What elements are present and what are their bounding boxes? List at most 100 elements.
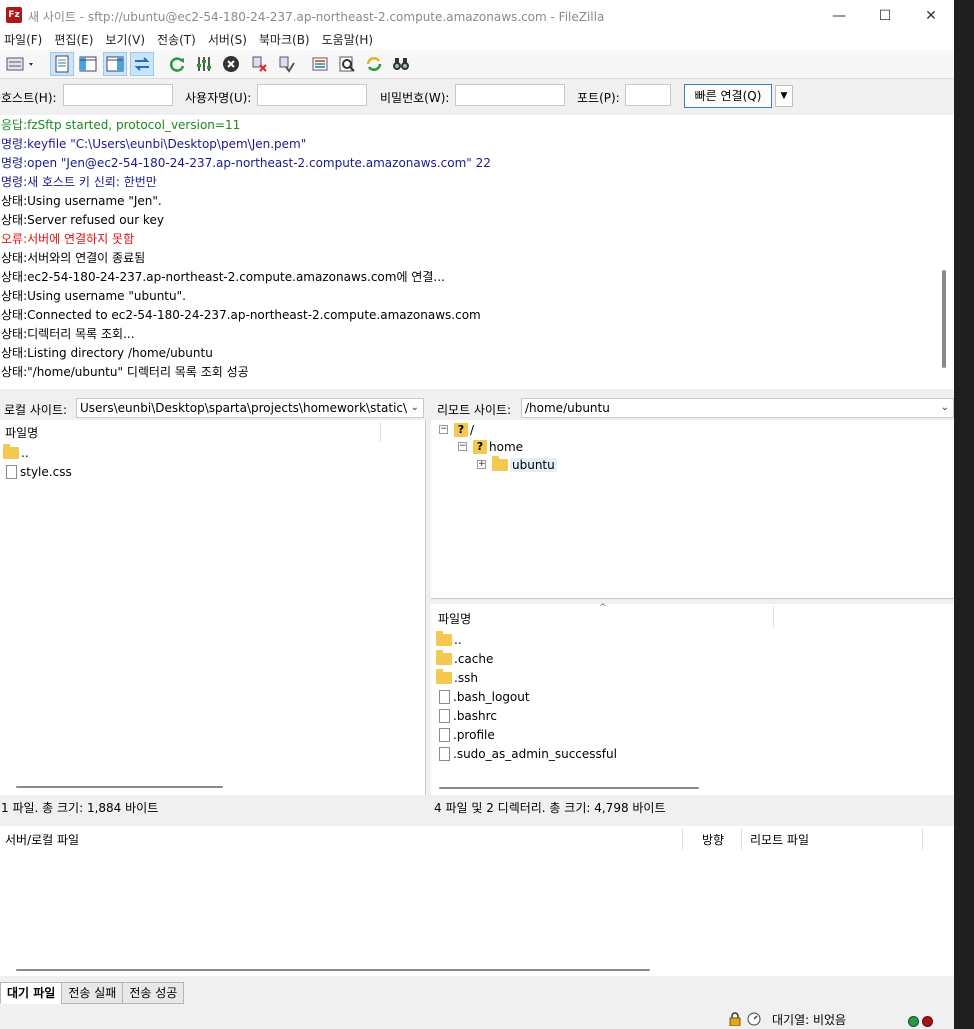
queue-hscrollbar[interactable]: [16, 969, 650, 971]
tree-item-home[interactable]: − ? home: [458, 437, 523, 456]
menu-server[interactable]: 서버(S): [204, 31, 251, 50]
log-line: 명령:새 호스트 키 신뢰: 한번만: [1, 173, 157, 192]
menu-edit[interactable]: 편집(E): [50, 31, 97, 50]
synchronized-browsing-button[interactable]: [362, 52, 386, 76]
queue-status-text: 대기열: 비었음: [772, 1013, 847, 1027]
port-input[interactable]: [625, 84, 671, 106]
close-button[interactable]: ✕: [908, 0, 954, 31]
log-prefix: 상태:: [1, 365, 28, 379]
folder-icon: [436, 668, 452, 684]
menu-bookmarks[interactable]: 북마크(B): [255, 31, 314, 50]
username-input[interactable]: [257, 84, 367, 106]
file-row[interactable]: style.css: [3, 462, 72, 481]
log-line: 상태:ec2-54-180-24-237.ap-northeast-2.comp…: [1, 268, 445, 287]
menu-view[interactable]: 보기(V): [101, 31, 149, 50]
tab-queued-files[interactable]: 대기 파일: [0, 982, 63, 1004]
host-input[interactable]: [63, 84, 173, 106]
local-file-list: 파일명 .. style.css: [0, 420, 426, 795]
password-label: 비밀번호(W):: [380, 91, 450, 105]
log-line: 상태:Using username "ubuntu".: [1, 287, 186, 306]
local-hscrollbar[interactable]: [16, 786, 223, 788]
file-row[interactable]: .bashrc: [436, 706, 497, 725]
quickconnect-button[interactable]: 빠른 연결(Q): [684, 84, 772, 108]
toggle-remote-tree-button[interactable]: [103, 52, 127, 76]
local-path-text: Users\eunbi\Desktop\sparta\projects\home…: [80, 401, 408, 415]
title-bar: Fz 새 사이트 - sftp://ubuntu@ec2-54-180-24-2…: [0, 0, 954, 31]
file-row[interactable]: .profile: [436, 725, 495, 744]
folder-icon: [436, 649, 452, 665]
refresh-button[interactable]: [165, 52, 189, 76]
log-prefix: 상태:: [1, 289, 28, 303]
filezilla-window: Fz 새 사이트 - sftp://ubuntu@ec2-54-180-24-2…: [0, 0, 954, 1029]
site-manager-button[interactable]: [2, 52, 40, 76]
log-line: 명령:open "Jen@ec2-54-180-24-237.ap-northe…: [1, 154, 491, 173]
log-line: 상태:Server refused our key: [1, 211, 164, 230]
log-prefix: 상태:: [1, 270, 28, 284]
file-row[interactable]: .sudo_as_admin_successful: [436, 744, 617, 763]
directory-filter-button[interactable]: [308, 52, 332, 76]
disconnect-button[interactable]: [247, 52, 271, 76]
lock-icon[interactable]: [728, 1012, 742, 1027]
local-site-label: 로컬 사이트:: [4, 403, 68, 417]
remote-column-filename[interactable]: 파일명: [438, 610, 471, 627]
file-name: .bash_logout: [453, 689, 530, 704]
remote-path-combo[interactable]: /home/ubuntu ⌄: [521, 398, 954, 418]
password-input[interactable]: [455, 84, 565, 106]
menu-transfer[interactable]: 전송(T): [153, 31, 200, 50]
tab-successful-transfers[interactable]: 전송 성공: [122, 982, 185, 1004]
folder-icon: [3, 443, 19, 459]
file-row[interactable]: ..: [3, 443, 29, 462]
reconnect-button[interactable]: [274, 52, 298, 76]
window-title: 새 사이트 - sftp://ubuntu@ec2-54-180-24-237.…: [28, 10, 605, 24]
cancel-operation-button[interactable]: [219, 52, 243, 76]
local-column-filename[interactable]: 파일명: [5, 424, 38, 441]
chevron-down-icon: ⌄: [410, 402, 419, 413]
file-icon: [6, 464, 17, 479]
tab-failed-transfers[interactable]: 전송 실패: [61, 982, 124, 1004]
toggle-message-log-button[interactable]: [50, 52, 74, 76]
compare-directories-button[interactable]: [335, 52, 359, 76]
menu-bar: 파일(F) 편집(E) 보기(V) 전송(T) 서버(S) 북마크(B) 도움말…: [0, 31, 954, 50]
menu-help[interactable]: 도움말(H): [318, 31, 378, 50]
toolbar: [0, 50, 954, 79]
quickconnect-dropdown-button[interactable]: ▼: [775, 85, 793, 107]
local-path-combo[interactable]: Users\eunbi\Desktop\sparta\projects\home…: [76, 398, 424, 418]
menu-file[interactable]: 파일(F): [0, 31, 46, 50]
port-label: 포트(P):: [577, 91, 620, 105]
log-text: 디렉터리 목록 조회...: [27, 327, 135, 341]
disconnect-icon: [252, 56, 267, 72]
transfer-queue: 서버/로컬 파일 방향 리모트 파일: [0, 826, 954, 976]
tree-item-label: home: [489, 439, 524, 454]
file-row[interactable]: .cache: [436, 649, 493, 668]
file-icon: [439, 708, 450, 723]
message-log-icon: [55, 55, 69, 73]
column-divider: [773, 606, 774, 628]
message-log: 응답:fzSftp started, protocol_version=11 명령…: [0, 115, 954, 389]
file-row[interactable]: .bash_logout: [436, 687, 530, 706]
log-line: 응답:fzSftp started, protocol_version=11: [1, 116, 240, 135]
file-name: .sudo_as_admin_successful: [453, 746, 617, 761]
maximize-button[interactable]: ☐: [862, 0, 908, 31]
tree-item-ubuntu[interactable]: + ubuntu: [477, 455, 557, 474]
toggle-local-tree-button[interactable]: [76, 52, 100, 76]
minimize-button[interactable]: —: [816, 0, 862, 31]
column-divider: [682, 828, 683, 850]
file-row[interactable]: .ssh: [436, 668, 478, 687]
file-name: .profile: [453, 727, 495, 742]
sync-browsing-icon: [366, 57, 382, 71]
unknown-folder-icon: ?: [454, 422, 468, 437]
search-remote-files-button[interactable]: [389, 52, 413, 76]
remote-hscrollbar[interactable]: [439, 787, 699, 789]
speed-limit-icon[interactable]: [747, 1012, 761, 1026]
log-text: "/home/ubuntu" 디렉터리 목록 조회 성공: [27, 365, 249, 379]
queue-column-direction[interactable]: 방향: [702, 831, 724, 848]
log-text: Using username "Jen".: [27, 194, 162, 208]
file-name: ..: [21, 445, 29, 460]
remote-site-label: 리모트 사이트:: [437, 403, 512, 417]
queue-column-remote-file[interactable]: 리모트 파일: [750, 831, 809, 848]
process-queue-button[interactable]: [192, 52, 216, 76]
file-row[interactable]: ..: [436, 630, 462, 649]
message-log-scrollbar[interactable]: [942, 270, 946, 368]
queue-column-server-file[interactable]: 서버/로컬 파일: [5, 831, 79, 848]
toggle-transfer-queue-button[interactable]: [130, 52, 154, 76]
